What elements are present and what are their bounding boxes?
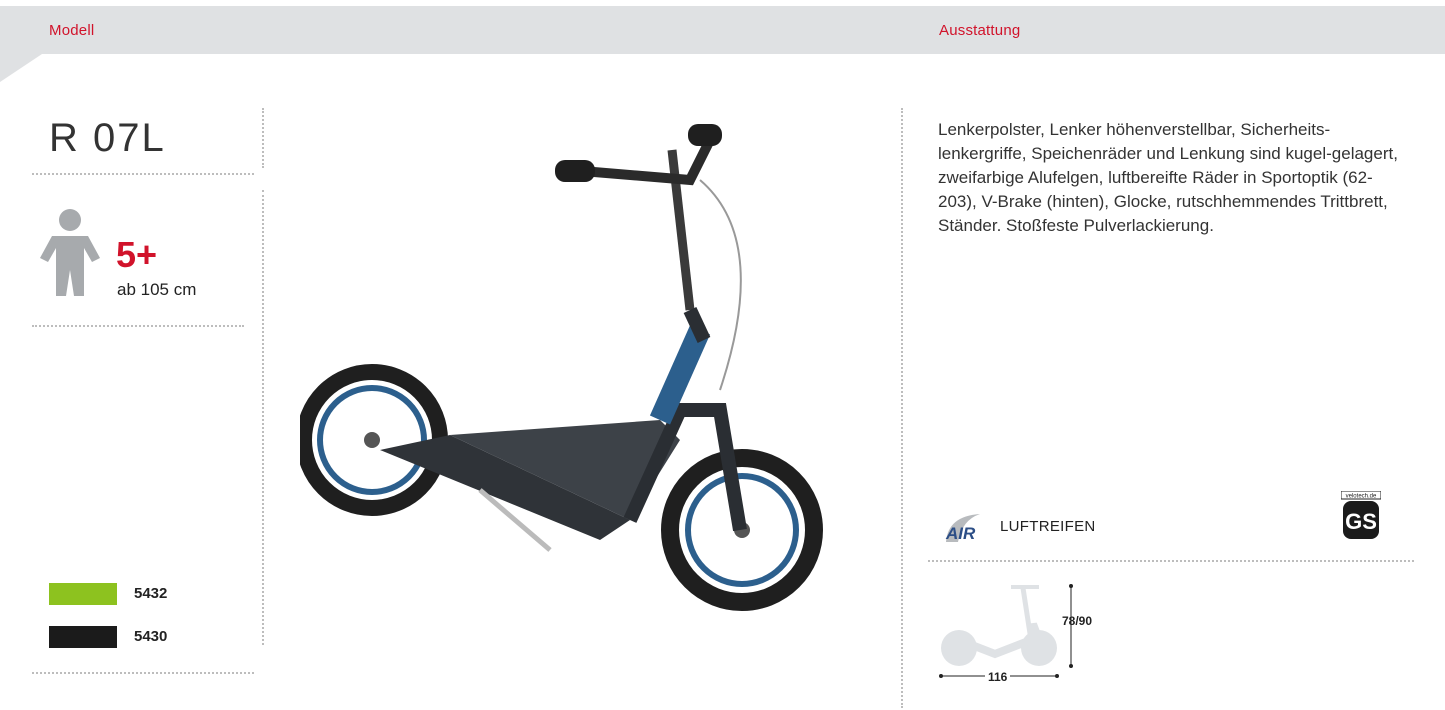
header-ausstattung-label: Ausstattung bbox=[939, 22, 1021, 39]
gs-top-text: velotech.de bbox=[1346, 494, 1377, 500]
air-logo-text: AIR bbox=[945, 524, 976, 543]
divider-model bbox=[32, 173, 254, 175]
divider-vertical-middle bbox=[262, 190, 264, 645]
variant-code-green: 5432 bbox=[134, 585, 168, 602]
variant-swatch-green bbox=[49, 583, 117, 605]
divider-vertical-top bbox=[262, 108, 264, 168]
dimension-diagram bbox=[935, 580, 1105, 695]
divider-age bbox=[32, 325, 244, 327]
header-band bbox=[0, 6, 1445, 54]
divider-logos bbox=[928, 560, 1414, 562]
header-fold bbox=[0, 54, 42, 82]
age-label: 5+ bbox=[116, 234, 158, 275]
dimension-height: 78/90 bbox=[1062, 614, 1093, 628]
variant-swatch-black bbox=[49, 626, 117, 648]
gs-logo-text: GS bbox=[1345, 509, 1377, 534]
model-name: R 07L bbox=[49, 116, 166, 160]
variant-code-black: 5430 bbox=[134, 628, 168, 645]
divider-vertical-right bbox=[901, 108, 903, 708]
gs-certification-icon: velotech.de GS bbox=[1340, 490, 1382, 546]
air-tire-label: LUFTREIFEN bbox=[1000, 518, 1096, 535]
min-height-label: ab 105 cm bbox=[117, 280, 197, 299]
dimension-length: 116 bbox=[985, 670, 1011, 684]
child-icon bbox=[38, 208, 102, 303]
feature-description: Lenkerpolster, Lenker höhenverstellbar, … bbox=[938, 120, 1398, 235]
scooter-image bbox=[296, 110, 860, 675]
air-tire-icon: AIR bbox=[940, 512, 998, 551]
divider-variants bbox=[32, 672, 254, 674]
header-modell-label: Modell bbox=[49, 22, 95, 39]
